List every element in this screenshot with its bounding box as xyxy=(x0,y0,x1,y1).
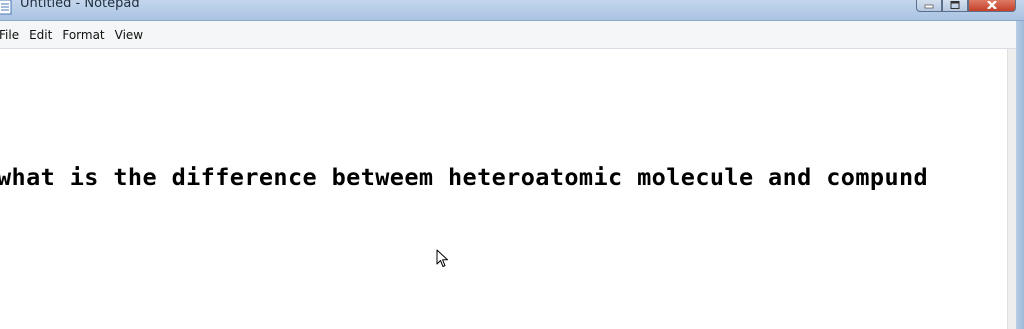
menu-file[interactable]: File xyxy=(0,24,24,46)
close-icon xyxy=(987,1,997,9)
menu-format[interactable]: Format xyxy=(57,24,109,46)
minimize-icon xyxy=(924,4,934,9)
title-bar[interactable]: Untitled - Notepad xyxy=(0,0,1024,21)
window-title: Untitled - Notepad xyxy=(20,0,140,11)
notepad-window: Untitled - Notepad File Edit Format View… xyxy=(0,0,1024,329)
menu-view[interactable]: View xyxy=(110,24,148,46)
text-editor[interactable]: what is the difference betweem heteroato… xyxy=(0,49,1016,329)
notepad-icon xyxy=(0,0,12,15)
maximize-button[interactable] xyxy=(942,0,968,12)
close-button[interactable] xyxy=(968,0,1016,12)
mouse-pointer-icon xyxy=(436,249,448,267)
menu-edit[interactable]: Edit xyxy=(24,24,57,46)
window-frame-right xyxy=(1016,21,1024,329)
window-controls xyxy=(916,0,1016,12)
maximize-icon xyxy=(950,1,960,9)
editor-content[interactable]: what is the difference betweem heteroato… xyxy=(0,163,928,191)
minimize-button[interactable] xyxy=(916,0,942,12)
menu-bar: File Edit Format View xyxy=(0,21,1016,49)
